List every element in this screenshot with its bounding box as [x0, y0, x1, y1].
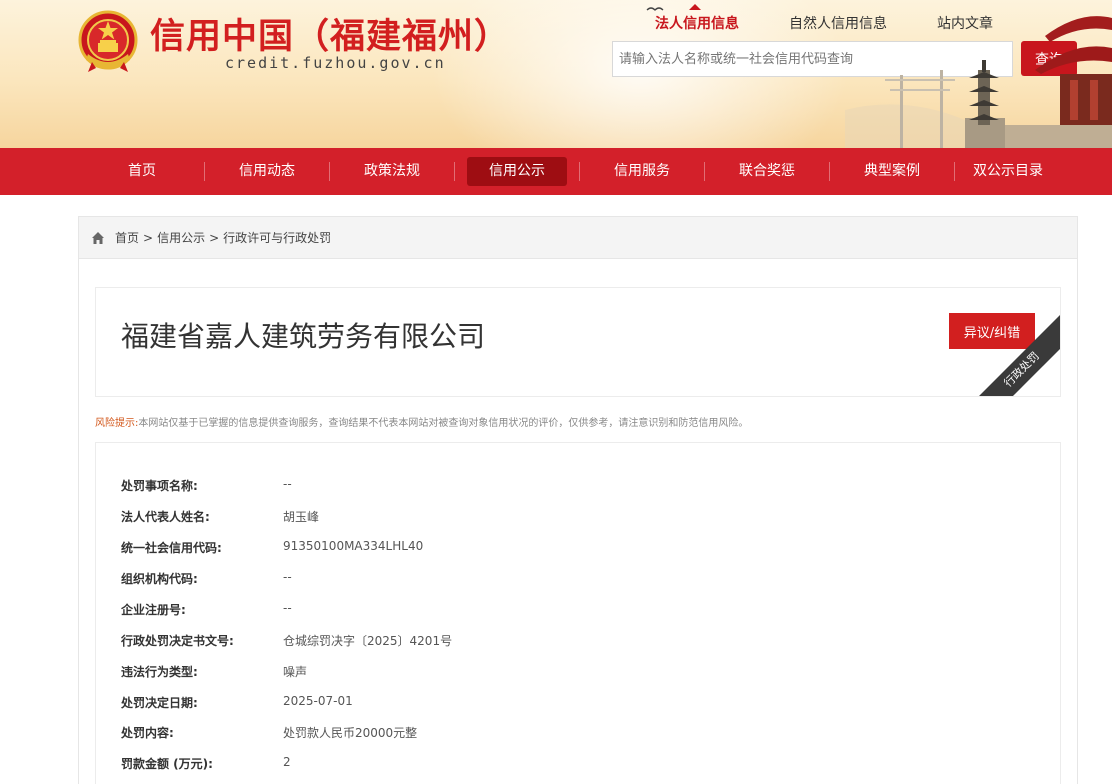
detail-label: 企业注册号:	[121, 603, 186, 617]
home-icon	[92, 231, 104, 244]
site-title: 信用中国（福建福州）	[150, 17, 511, 57]
detail-label: 处罚事项名称:	[121, 479, 198, 493]
content-panel: 首页 > 信用公示 > 行政许可与行政处罚 福建省嘉人建筑劳务有限公司 异议/纠…	[78, 216, 1078, 784]
nav-divider	[204, 162, 205, 181]
detail-label: 组织机构代码:	[121, 572, 198, 586]
detail-value: 2025-07-01	[283, 694, 353, 708]
detail-value: --	[283, 570, 292, 584]
detail-label: 行政处罚决定书文号:	[121, 634, 234, 648]
nav-item-dual-publicity-catalog[interactable]: 双公示目录	[958, 157, 1058, 186]
detail-label: 违法行为类型:	[121, 665, 198, 679]
nav-divider	[579, 162, 580, 181]
risk-notice-text: 本网站仅基于已掌握的信息提供查询服务，查询结果不代表本网站对被查询对象信用状况的…	[138, 418, 749, 429]
site-header: 信用中国（福建福州） credit.fuzhou.gov.cn 法人信用信息 自…	[0, 0, 1112, 148]
nav-divider	[954, 162, 955, 181]
nav-divider	[704, 162, 705, 181]
detail-value: 2	[283, 755, 291, 769]
bird-icon	[646, 7, 664, 11]
detail-row: 企业注册号: --	[121, 601, 292, 618]
detail-row: 罚款金额 (万元): 2	[121, 755, 291, 772]
risk-notice-label: 风险提示:	[95, 418, 139, 429]
site-domain: credit.fuzhou.gov.cn	[225, 54, 446, 72]
detail-label: 罚款金额 (万元):	[121, 757, 213, 771]
detail-value: --	[283, 601, 292, 615]
nav-divider	[829, 162, 830, 181]
detail-row: 统一社会信用代码: 91350100MA334LHL40	[121, 539, 423, 556]
breadcrumb-credit-publicity[interactable]: 信用公示	[157, 229, 205, 246]
national-emblem-icon	[78, 10, 138, 72]
breadcrumb-separator: >	[209, 230, 220, 245]
detail-value: 仓城综罚决字〔2025〕4201号	[283, 634, 453, 648]
city-scenery-image	[845, 16, 1112, 148]
search-tab-legal-person[interactable]: 法人信用信息	[655, 4, 739, 33]
detail-value: 胡玉峰	[283, 510, 320, 524]
nav-divider	[329, 162, 330, 181]
detail-label: 法人代表人姓名:	[121, 510, 210, 524]
breadcrumb-current: 行政许可与行政处罚	[223, 231, 332, 245]
detail-row: 组织机构代码: --	[121, 570, 292, 587]
detail-label: 处罚内容:	[121, 726, 174, 740]
breadcrumb: 首页 > 信用公示 > 行政许可与行政处罚	[79, 217, 1077, 259]
nav-item-credit-services[interactable]: 信用服务	[592, 157, 692, 186]
main-nav: 首页 信用动态 政策法规 信用公示 信用服务 联合奖惩 典型案例 双公示目录	[0, 148, 1112, 195]
objection-correction-button[interactable]: 异议/纠错	[949, 313, 1035, 349]
detail-row: 行政处罚决定书文号: 仓城综罚决字〔2025〕4201号	[121, 632, 452, 649]
detail-row: 处罚决定日期: 2025-07-01	[121, 694, 353, 711]
detail-label: 统一社会信用代码:	[121, 541, 222, 555]
detail-value: 噪声	[283, 665, 308, 679]
company-card: 福建省嘉人建筑劳务有限公司 异议/纠错 行政处罚	[95, 287, 1061, 397]
nav-item-home[interactable]: 首页	[92, 157, 192, 186]
nav-item-joint-rewards[interactable]: 联合奖惩	[717, 157, 817, 186]
detail-row: 处罚事项名称: --	[121, 477, 292, 494]
detail-label: 处罚决定日期:	[121, 696, 198, 710]
detail-row: 法人代表人姓名: 胡玉峰	[121, 508, 319, 525]
nav-divider	[454, 162, 455, 181]
detail-value: 处罚款人民币20000元整	[283, 726, 418, 740]
risk-notice: 风险提示:本网站仅基于已掌握的信息提供查询服务，查询结果不代表本网站对被查询对象…	[95, 414, 748, 429]
detail-row: 处罚内容: 处罚款人民币20000元整	[121, 724, 417, 741]
nav-item-typical-cases[interactable]: 典型案例	[842, 157, 942, 186]
breadcrumb-home[interactable]: 首页	[115, 229, 139, 246]
detail-row: 违法行为类型: 噪声	[121, 663, 307, 680]
nav-item-policies[interactable]: 政策法规	[342, 157, 442, 186]
nav-item-credit-news[interactable]: 信用动态	[217, 157, 317, 186]
company-name: 福建省嘉人建筑劳务有限公司	[121, 320, 486, 353]
nav-item-credit-publicity[interactable]: 信用公示	[467, 157, 567, 186]
breadcrumb-separator: >	[143, 230, 154, 245]
detail-value: --	[283, 477, 292, 491]
penalty-detail-panel: 处罚事项名称: -- 法人代表人姓名: 胡玉峰 统一社会信用代码: 91350100M…	[95, 442, 1061, 784]
detail-value: 91350100MA334LHL40	[283, 539, 424, 553]
